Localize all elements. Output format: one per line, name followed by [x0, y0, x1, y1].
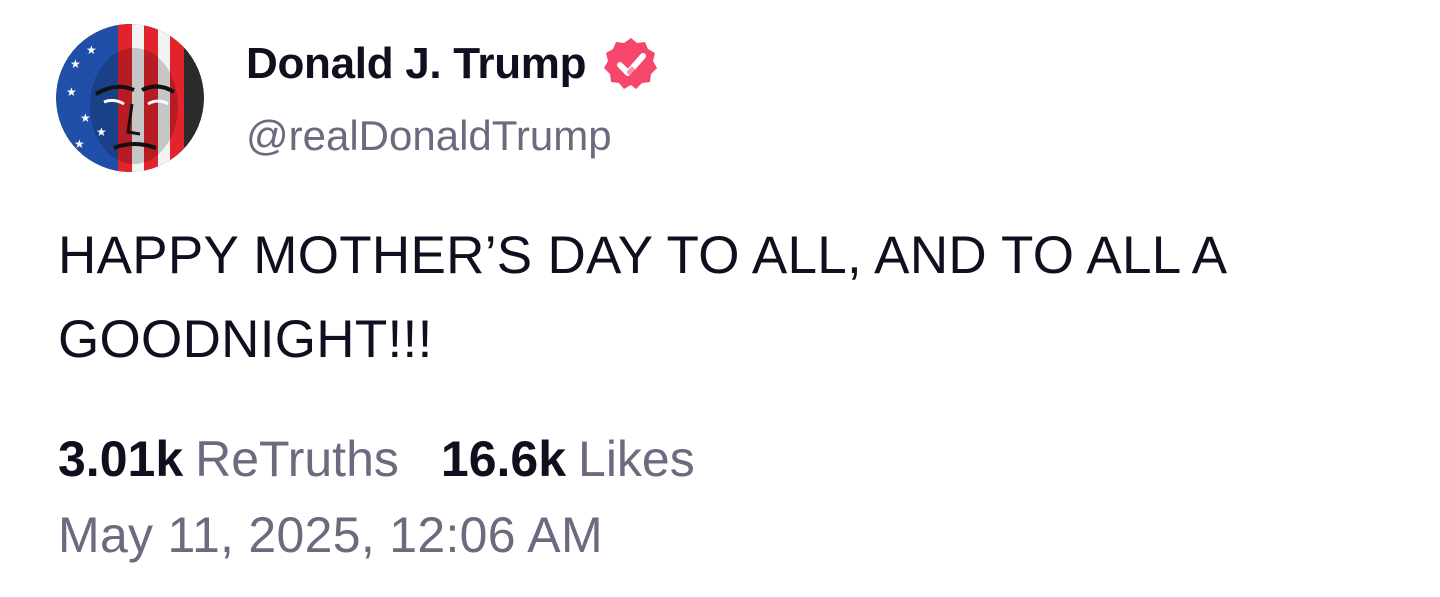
- profile-avatar[interactable]: ★ ★ ★ ★ ★ ★: [56, 24, 204, 172]
- svg-text:★: ★: [80, 111, 91, 125]
- likes-count: 16.6k: [440, 431, 567, 487]
- retruths-stat[interactable]: 3.01k ReTruths: [58, 430, 399, 488]
- retruths-label: ReTruths: [195, 431, 399, 487]
- avatar-image: ★ ★ ★ ★ ★ ★: [56, 24, 204, 172]
- svg-text:★: ★: [70, 57, 81, 71]
- likes-label: Likes: [578, 431, 695, 487]
- likes-stat[interactable]: 16.6k Likes: [441, 430, 695, 488]
- svg-text:★: ★: [74, 137, 85, 151]
- author-display-name[interactable]: Donald J. Trump: [246, 39, 587, 89]
- svg-text:★: ★: [66, 85, 77, 99]
- post-stats: 3.01k ReTruths 16.6k Likes: [58, 430, 695, 488]
- post-text: HAPPY MOTHER’S DAY TO ALL, AND TO ALL A …: [58, 226, 1225, 369]
- verified-badge-icon: [602, 35, 660, 93]
- truth-post: ★ ★ ★ ★ ★ ★ Donald J. Trump @realDonaldT…: [0, 0, 1440, 597]
- svg-text:★: ★: [86, 43, 97, 57]
- post-timestamp[interactable]: May 11, 2025, 12:06 AM: [58, 506, 603, 564]
- author-handle[interactable]: @realDonaldTrump: [246, 112, 612, 160]
- svg-text:★: ★: [96, 125, 107, 139]
- author-name-row: Donald J. Trump: [246, 36, 660, 92]
- retruths-count: 3.01k: [58, 431, 184, 487]
